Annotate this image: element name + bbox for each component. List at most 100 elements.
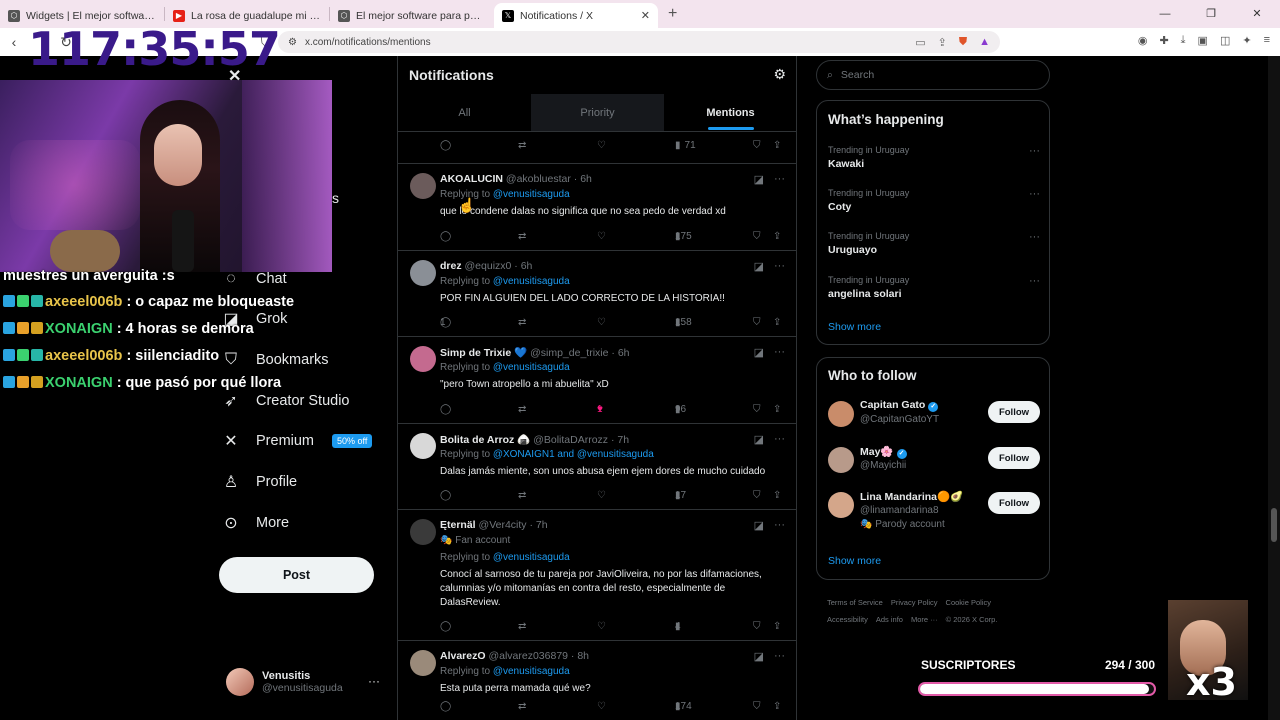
extension-icon[interactable]: ◉ — [1138, 34, 1148, 47]
mention-link[interactable]: @XONAIGN1 and @venusitisaguda — [493, 449, 654, 460]
tweet-time[interactable]: 7h — [536, 519, 548, 531]
tab-priority[interactable]: Priority — [531, 94, 664, 132]
tweet-time[interactable]: 6h — [618, 347, 630, 359]
like-icon[interactable]: ♡ — [597, 140, 606, 151]
author-name[interactable]: AlvarezO — [440, 650, 486, 662]
url-field[interactable]: ⚙ x.com/notifications/mentions ▭ ⇪ ⛊ ▲ — [278, 31, 1000, 53]
browser-tab[interactable]: ⬡ El mejor software para potenciar tu str… — [330, 3, 494, 28]
ai-icon[interactable]: ✦ — [1242, 34, 1251, 47]
tweet[interactable]: ◯ ⇄ ♡ ▮ 71 ⛉ ⇪ — [398, 132, 797, 164]
grok-icon[interactable]: ◪ — [754, 650, 764, 663]
avatar[interactable] — [410, 260, 436, 286]
sidebar-icon[interactable]: ▣ — [1198, 34, 1208, 47]
like-button[interactable]: ♥ 1 — [597, 404, 603, 415]
more-dots-icon[interactable]: ··· — [1029, 188, 1040, 200]
share-icon[interactable]: ⇪ — [773, 490, 781, 501]
retweet-icon[interactable]: ⇄ — [518, 317, 526, 328]
more-dots-icon[interactable]: ··· — [1029, 145, 1040, 157]
follow-button[interactable]: Follow — [988, 492, 1040, 514]
avatar[interactable] — [410, 519, 436, 545]
more-dots-icon[interactable]: ··· — [774, 519, 785, 532]
views-button[interactable]: ▮ 96 — [675, 404, 686, 415]
follow-suggestion[interactable]: Capitan Gato ✓ @CapitanGatoYT Follow — [828, 399, 1040, 435]
views-icon[interactable]: ▮ 71 — [675, 140, 696, 151]
site-info-icon[interactable]: ⚙ — [288, 37, 297, 48]
footer-link[interactable]: Terms of Service — [827, 598, 883, 607]
trend-item[interactable]: Trending in Uruguay Coty ··· — [828, 188, 1040, 213]
bookmark-icon[interactable]: ⛉ — [753, 140, 761, 151]
tweet[interactable]: Simp de Trixie 💙 @simp_de_trixie · 6h ◪ ··… — [398, 337, 797, 424]
avatar[interactable] — [410, 650, 436, 676]
author-handle[interactable]: @Ver4city — [479, 519, 527, 531]
search-input[interactable]: ⌕ Search — [816, 60, 1050, 90]
footer-link[interactable]: Privacy Policy — [891, 598, 938, 607]
bookmark-icon[interactable]: ⛉ — [753, 701, 761, 712]
share-icon[interactable]: ⇪ — [773, 701, 781, 712]
trend-item[interactable]: Trending in Uruguay angelina solari ··· — [828, 275, 1040, 300]
tweet-time[interactable]: 7h — [617, 434, 629, 446]
share-icon[interactable]: ⇪ — [773, 404, 781, 415]
author-name[interactable]: AKOALUCIN — [440, 173, 503, 185]
footer-link[interactable]: More ··· — [911, 615, 938, 624]
post-button[interactable]: Post — [219, 557, 374, 593]
restore-icon[interactable]: ❐ — [1188, 0, 1234, 28]
browser-tab-active[interactable]: 𝕏 Notifications / X ✕ — [494, 3, 658, 28]
tab-mentions[interactable]: Mentions — [664, 94, 797, 132]
grok-icon[interactable]: ◪ — [754, 260, 764, 273]
show-more-link[interactable]: Show more — [828, 321, 881, 333]
grok-icon[interactable]: ◪ — [754, 433, 764, 446]
retweet-icon[interactable]: ⇄ — [518, 490, 526, 501]
avatar[interactable] — [410, 173, 436, 199]
tweet[interactable]: Ęternäl @Ver4city · 7h ◪ ··· 🎭 Fan account R… — [398, 510, 797, 641]
follow-button[interactable]: Follow — [988, 401, 1040, 423]
more-dots-icon[interactable]: ··· — [774, 346, 785, 359]
follow-suggestion[interactable]: Lina Mandarina🟠🥑 @linamandarina8 🎭 Parody … — [828, 490, 1040, 530]
follow-button[interactable]: Follow — [988, 447, 1040, 469]
views-button[interactable]: ▮ 174 — [675, 701, 692, 712]
nav-item-premium[interactable]: ✕ Premium 50% off — [220, 430, 373, 452]
mention-link[interactable]: @venusitisaguda — [493, 362, 570, 373]
menu-icon[interactable]: ≡ — [1264, 34, 1270, 47]
scrollbar[interactable] — [1268, 56, 1280, 720]
mention-link[interactable]: @venusitisaguda — [493, 552, 570, 563]
avatar[interactable] — [410, 346, 436, 372]
nav-item-profile[interactable]: ♙ Profile — [220, 471, 297, 493]
nav-item-bookmarks[interactable]: ⛉ Bookmarks — [220, 349, 329, 371]
more-dots-icon[interactable]: ··· — [1029, 231, 1040, 243]
download-icon[interactable]: ⤓ — [1181, 34, 1186, 47]
footer-link[interactable]: Cookie Policy — [946, 598, 991, 607]
wallet-icon[interactable]: ◫ — [1220, 34, 1230, 47]
bookmark-icon[interactable]: ⛉ — [753, 317, 761, 328]
author-handle[interactable]: @akobluestar — [506, 173, 571, 185]
footer-link[interactable]: Ads info — [876, 615, 903, 624]
close-window-icon[interactable]: ✕ — [1234, 0, 1280, 28]
share-icon[interactable]: ⇪ — [773, 621, 781, 632]
trend-item[interactable]: Trending in Uruguay Uruguayo ··· — [828, 231, 1040, 256]
more-dots-icon[interactable]: ··· — [368, 674, 380, 688]
more-dots-icon[interactable]: ··· — [1029, 275, 1040, 287]
views-button[interactable]: ▮ 4 — [675, 621, 681, 632]
share-icon[interactable]: ⇪ — [773, 231, 781, 242]
retweet-icon[interactable]: ⇄ — [518, 231, 526, 242]
reply-button[interactable]: ◯ 1 — [440, 317, 451, 328]
rewards-icon[interactable]: ▲ — [979, 36, 990, 49]
brave-shield-icon[interactable]: ⛊ — [959, 36, 967, 49]
cast-icon[interactable]: ▭ — [915, 36, 925, 49]
nav-item-more[interactable]: ⊙ More — [220, 512, 289, 534]
reply-icon[interactable]: ◯ — [440, 140, 451, 151]
footer-link[interactable]: Accessibility — [827, 615, 868, 624]
more-dots-icon[interactable]: ··· — [774, 433, 785, 446]
back-icon[interactable]: ‹ — [0, 34, 28, 50]
author-name[interactable]: Ęternäl — [440, 519, 476, 531]
share-icon[interactable]: ⇪ — [938, 36, 947, 49]
show-more-link[interactable]: Show more — [828, 555, 881, 567]
close-tab-icon[interactable]: ✕ — [641, 9, 650, 22]
retweet-icon[interactable]: ⇄ — [518, 621, 526, 632]
mention-link[interactable]: @venusitisaguda — [493, 666, 570, 677]
account-switcher[interactable]: Venusitis @venusitisaguda ··· — [226, 668, 386, 696]
tweet-time[interactable]: 8h — [577, 650, 589, 662]
share-icon[interactable]: ⇪ — [773, 140, 781, 151]
bookmark-icon[interactable]: ⛉ — [753, 490, 761, 501]
tweet[interactable]: AlvarezO @alvarez036879 · 8h ◪ ··· Replying… — [398, 641, 797, 720]
author-handle[interactable]: @alvarez036879 — [488, 650, 568, 662]
